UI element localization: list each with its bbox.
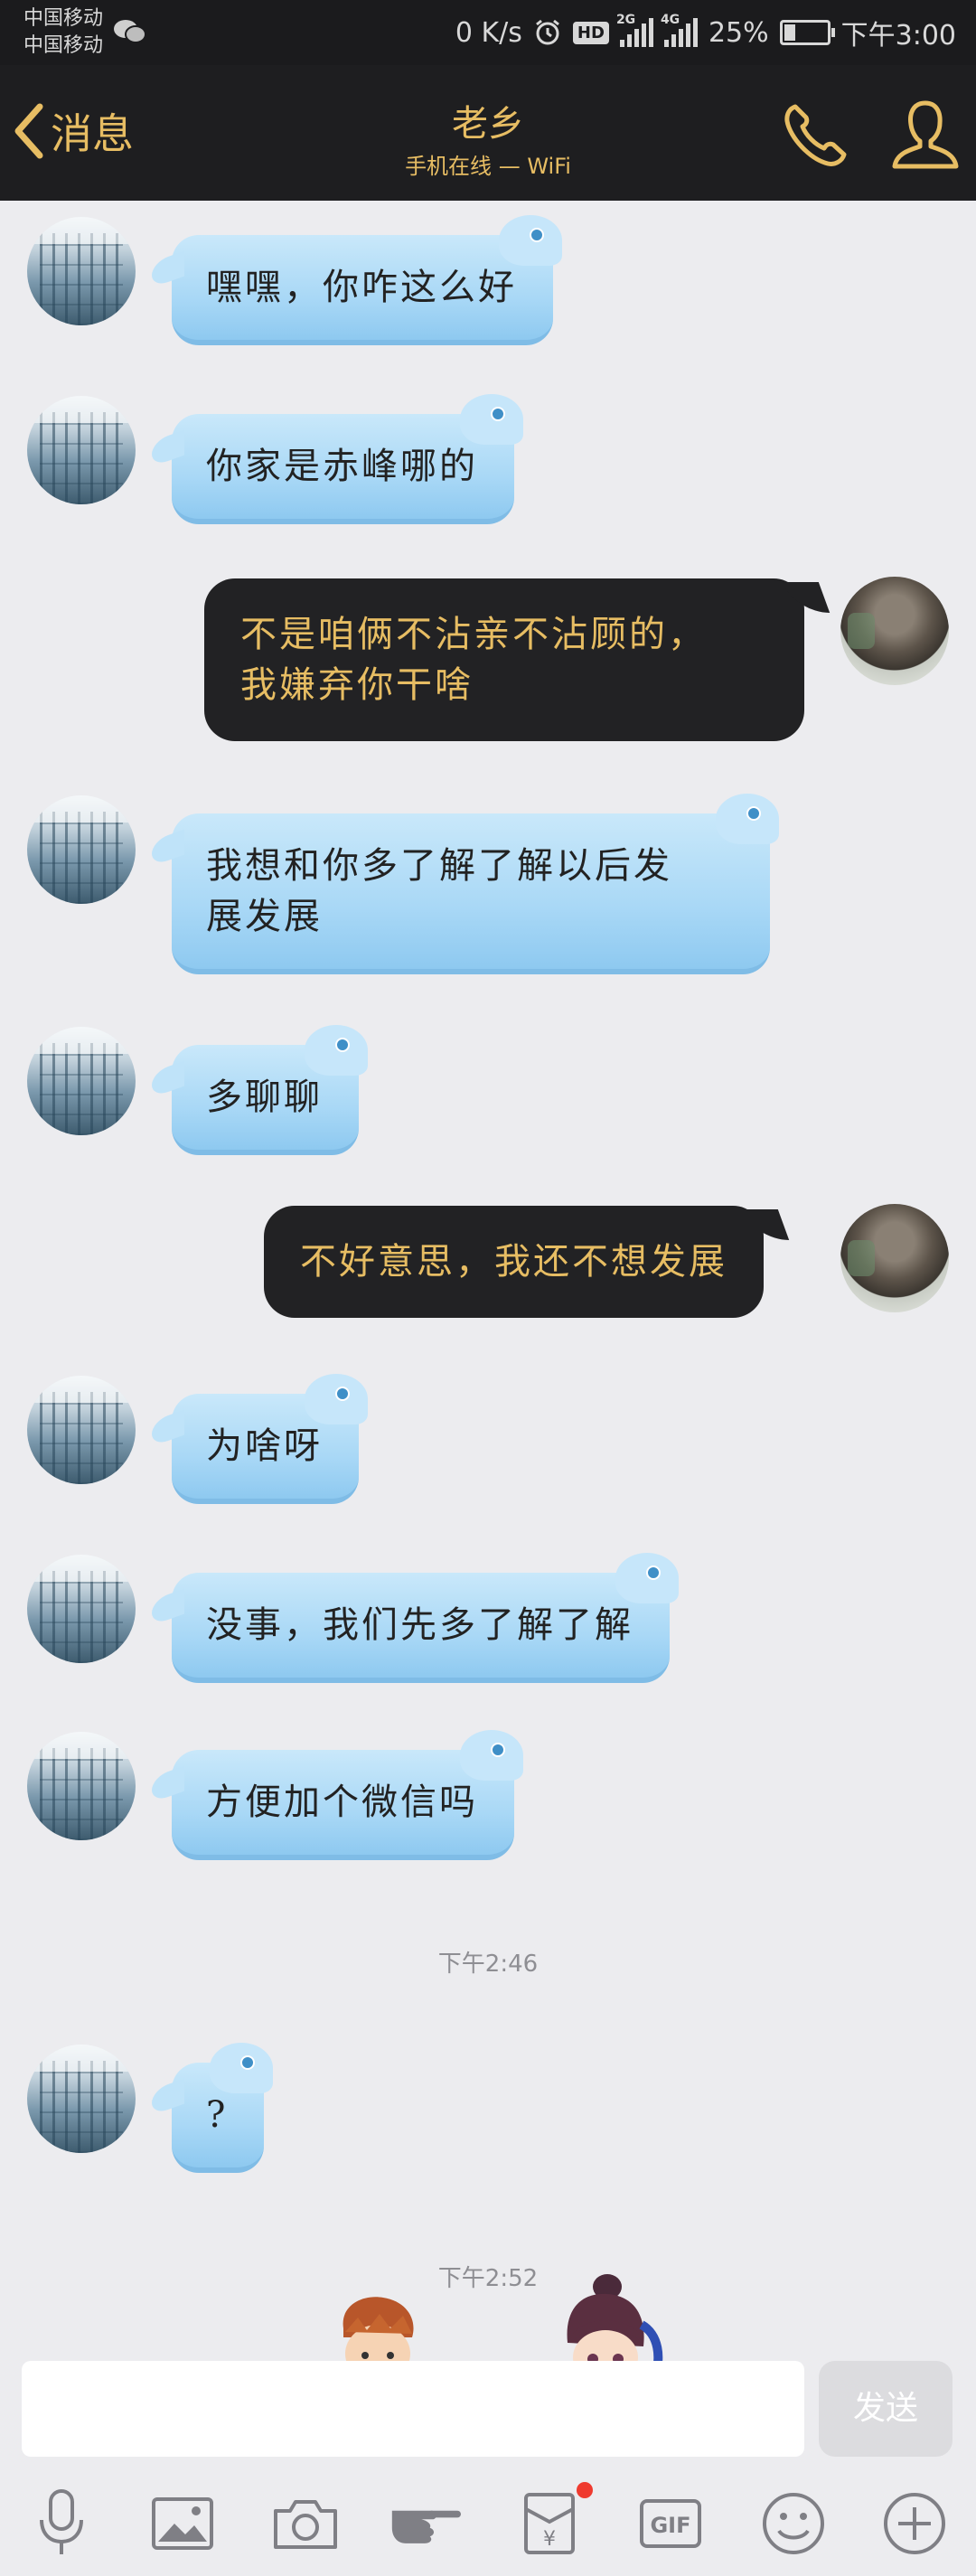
contact-avatar[interactable]	[27, 1555, 136, 1663]
phone-call-icon[interactable]	[779, 99, 851, 172]
more-button[interactable]	[878, 2487, 951, 2560]
message-bubble[interactable]: 我想和你多了解了解以后发 展发展	[152, 794, 779, 974]
battery-percent: 25%	[708, 16, 769, 49]
carrier-info: 中国移动 中国移动	[23, 5, 103, 60]
contact-avatar[interactable]	[27, 1732, 136, 1840]
message-bubble[interactable]: 不是咱俩不沾亲不沾顾的， 我嫌弃你干啥	[204, 578, 831, 741]
carrier-label-1: 中国移动	[23, 7, 104, 30]
contact-profile-icon[interactable]	[889, 98, 962, 174]
alarm-icon	[535, 19, 559, 45]
image-icon	[152, 2497, 213, 2550]
contact-avatar[interactable]	[27, 1376, 136, 1484]
message-text: 没事，我们先多了解了解	[206, 1604, 633, 1646]
emoji-icon	[763, 2493, 824, 2554]
contact-avatar[interactable]	[27, 217, 136, 325]
battery-icon	[779, 20, 835, 45]
voice-button[interactable]	[25, 2487, 98, 2560]
sticker-message[interactable]	[0, 2270, 976, 2361]
network-speed: 0 K/s	[455, 16, 522, 49]
message-bubble[interactable]: 嘿嘿，你咋这么好	[152, 215, 562, 345]
message-text: 为啥呀	[206, 1425, 323, 1467]
plus-icon	[884, 2493, 945, 2554]
message-bubble[interactable]: ?	[152, 2043, 274, 2173]
boy-sticker-icon	[343, 2297, 414, 2361]
message-text: 不好意思，我还不想发展	[300, 1241, 727, 1283]
message-text: 你家是赤峰哪的	[206, 446, 478, 487]
chat-header: 消息 老乡 手机在线 — WiFi	[0, 65, 976, 201]
message-bubble[interactable]: 不好意思，我还不想发展	[264, 1206, 790, 1318]
red-packet-button[interactable]: ¥	[513, 2482, 593, 2560]
red-packet-icon: ¥	[524, 2493, 575, 2554]
message-text: 多聊聊	[206, 1076, 323, 1118]
microphone-icon	[40, 2489, 83, 2554]
signal-strength-icon-2: 4G	[661, 13, 698, 47]
message-text-line: 不是咱俩不沾亲不沾顾的，	[240, 614, 707, 655]
message-bubble[interactable]: 多聊聊	[152, 1025, 368, 1155]
message-text: 方便加个微信吗	[206, 1782, 478, 1823]
contact-avatar[interactable]	[27, 2045, 136, 2153]
gif-icon: GIF	[640, 2499, 701, 2548]
message-text-line: 我嫌弃你干啥	[240, 664, 474, 706]
contact-avatar[interactable]	[27, 1027, 136, 1135]
status-bar: 中国移动 中国移动 0 K/s HD 2G 4G 25% 下午3:00	[0, 0, 976, 65]
signal-strength-icon-1: 2G	[616, 13, 653, 47]
camera-icon	[274, 2500, 337, 2549]
photo-album-button[interactable]	[146, 2487, 219, 2560]
message-bubble[interactable]: 你家是赤峰哪的	[152, 394, 523, 524]
carrier-label-2: 中国移动	[23, 34, 104, 57]
message-list[interactable]: 嘿嘿，你咋这么好 你家是赤峰哪的 不是咱俩不沾亲不沾顾的， 我嫌弃你干啥 我想和…	[0, 201, 976, 2361]
message-input[interactable]	[22, 2361, 804, 2457]
svg-text:GIF: GIF	[650, 2513, 690, 2538]
girl-sticker-icon	[567, 2274, 663, 2361]
camera-button[interactable]	[269, 2487, 342, 2560]
wechat-notification-icon	[114, 20, 146, 43]
hd-voice-badge: HD	[572, 21, 609, 44]
message-text: ?	[206, 2094, 229, 2136]
message-bubble[interactable]: 方便加个微信吗	[152, 1730, 523, 1860]
contact-avatar[interactable]	[27, 396, 136, 504]
network-type-2: 4G	[660, 13, 680, 27]
clock: 下午3:00	[840, 20, 956, 52]
poke-button[interactable]	[389, 2487, 461, 2560]
message-bubble[interactable]: 没事，我们先多了解了解	[152, 1553, 679, 1683]
svg-text:¥: ¥	[543, 2528, 556, 2551]
network-type-1: 2G	[615, 13, 636, 27]
input-toolbar: ¥ GIF	[0, 2468, 976, 2576]
new-badge	[577, 2482, 593, 2498]
message-text: 嘿嘿，你咋这么好	[206, 267, 517, 308]
my-avatar[interactable]	[840, 1204, 949, 1312]
send-button[interactable]: 发送	[819, 2361, 953, 2457]
contact-avatar[interactable]	[27, 795, 136, 904]
message-text-line: 我想和你多了解了解以后发	[206, 845, 672, 887]
message-bubble[interactable]: 为啥呀	[152, 1374, 368, 1504]
poke-hand-icon	[391, 2510, 461, 2543]
timestamp: 下午2:46	[437, 1951, 539, 1978]
message-text-line: 展发展	[206, 896, 323, 937]
emoji-button[interactable]	[757, 2487, 830, 2560]
battery-fill	[784, 24, 796, 41]
my-avatar[interactable]	[840, 577, 949, 685]
gif-button[interactable]: GIF	[634, 2487, 707, 2560]
